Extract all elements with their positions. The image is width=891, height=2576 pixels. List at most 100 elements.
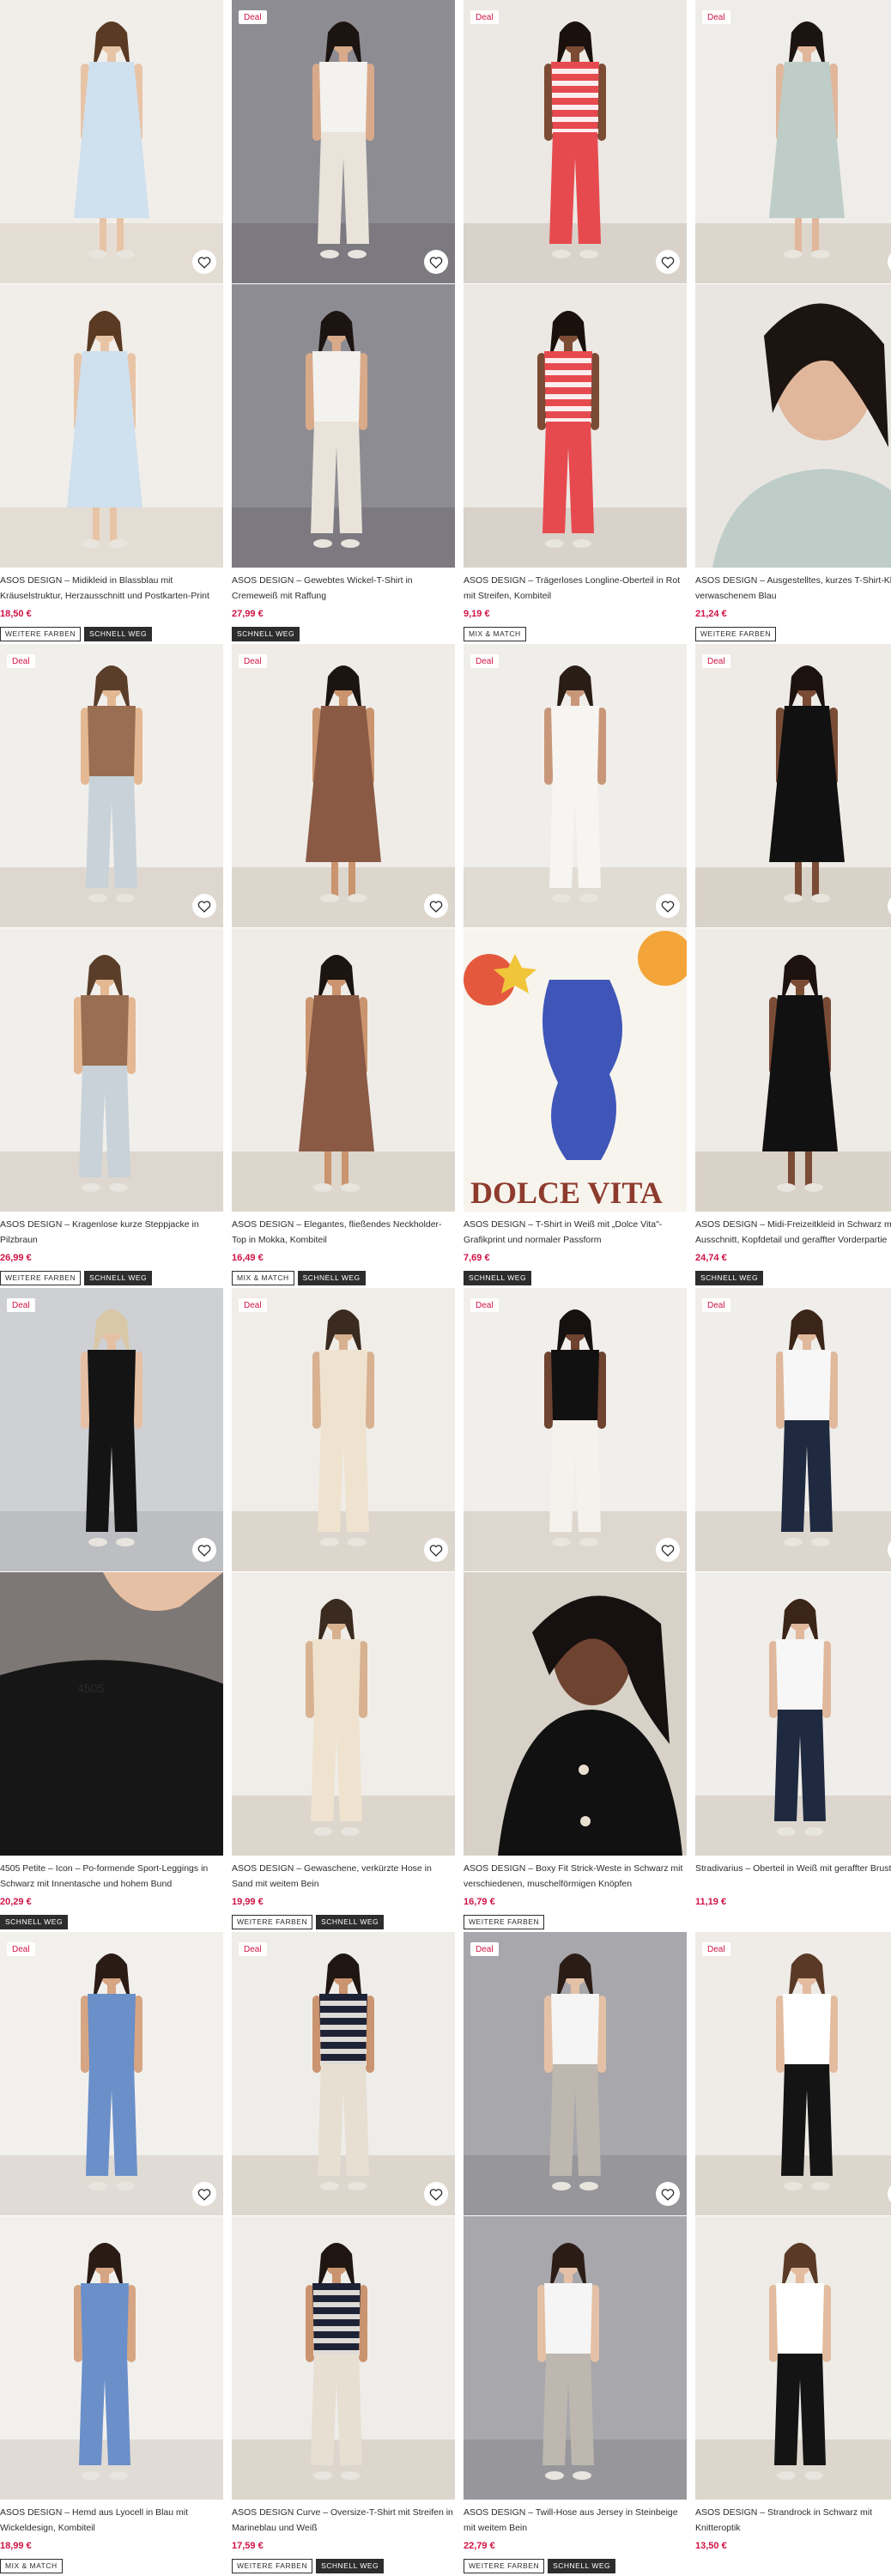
save-for-later-button[interactable] <box>656 250 680 274</box>
mix-match-badge: MIX & MATCH <box>232 1271 294 1285</box>
heart-icon <box>429 1544 443 1557</box>
product-image[interactable]: Deal <box>695 1288 891 1571</box>
more-colours-badge: WEITERE FARBEN <box>232 1915 313 1929</box>
product-card[interactable]: Deal ASOS DESIGN – Midi-Freizeitkleid in … <box>695 644 891 1286</box>
product-image-alternate[interactable] <box>464 1572 687 1856</box>
product-card[interactable]: Deal DOLCE VITA ASOS DESIGN – T-Shirt in W… <box>464 644 687 1286</box>
product-image[interactable]: Deal <box>232 1932 455 2215</box>
product-card[interactable]: Deal ASOS DESIGN – Ausgestelltes, kurzes … <box>695 0 891 642</box>
product-image[interactable]: Deal <box>695 0 891 283</box>
product-card[interactable]: Deal ASOS DESIGN Curve – Oversize-T-Shirt… <box>232 1932 455 2574</box>
product-image-alternate[interactable] <box>695 2216 891 2500</box>
product-title[interactable]: ASOS DESIGN – Trägerloses Longline-Obert… <box>464 573 687 604</box>
product-badges: MIX & MATCH <box>464 627 526 641</box>
save-for-later-button[interactable] <box>424 894 448 918</box>
product-image-alternate[interactable] <box>0 928 223 1212</box>
product-card[interactable]: Deal ASOS DESIGN – Boxy Fit Strick-Weste … <box>464 1288 687 1930</box>
product-image-alternate[interactable] <box>695 284 891 568</box>
product-image-alternate[interactable] <box>232 2216 455 2500</box>
product-card[interactable]: Deal ASOS DESIGN – Trägerloses Longline-O… <box>464 0 687 642</box>
product-title[interactable]: ASOS DESIGN – Midi-Freizeitkleid in Schw… <box>695 1217 891 1248</box>
heart-icon <box>429 256 443 269</box>
product-price: 16,79 € <box>464 1897 495 1907</box>
product-image[interactable]: Deal <box>0 1288 223 1571</box>
product-title[interactable]: ASOS DESIGN – Kragenlose kurze Steppjack… <box>0 1217 223 1248</box>
deal-badge: Deal <box>470 10 499 24</box>
deal-badge: Deal <box>239 654 267 668</box>
more-colours-badge: WEITERE FARBEN <box>695 627 777 641</box>
product-title[interactable]: ASOS DESIGN Curve – Oversize-T-Shirt mit… <box>232 2505 455 2536</box>
product-price: 21,24 € <box>695 609 727 619</box>
product-row: Deal 4505 4505 Petite – Icon – Po-formende… <box>0 1288 891 1930</box>
product-card[interactable]: Deal ASOS DESIGN – Twill-Hose aus Jersey … <box>464 1932 687 2574</box>
product-image-alternate[interactable] <box>0 284 223 568</box>
product-image[interactable]: Deal <box>232 0 455 283</box>
save-for-later-button[interactable] <box>192 894 216 918</box>
save-for-later-button[interactable] <box>424 2182 448 2206</box>
save-for-later-button[interactable] <box>656 1538 680 1562</box>
deal-badge: Deal <box>239 10 267 24</box>
product-image[interactable]: Deal <box>695 1932 891 2215</box>
product-card[interactable]: Deal ASOS DESIGN – Gewebtes Wickel-T-Shir… <box>232 0 455 642</box>
product-row: Deal ASOS DESIGN – Hemd aus Lyocell in Bl… <box>0 1932 891 2574</box>
product-title[interactable]: ASOS DESIGN – Midikleid in Blassblau mit… <box>0 573 223 604</box>
product-card[interactable]: Deal ASOS DESIGN – Kragenlose kurze Stepp… <box>0 644 223 1286</box>
product-title[interactable]: 4505 Petite – Icon – Po-formende Sport-L… <box>0 1861 223 1892</box>
product-price: 19,99 € <box>232 1897 264 1907</box>
save-for-later-button[interactable] <box>192 2182 216 2206</box>
save-for-later-button[interactable] <box>656 2182 680 2206</box>
product-title[interactable]: ASOS DESIGN – Gewaschene, verkürzte Hose… <box>232 1861 455 1892</box>
product-title[interactable]: ASOS DESIGN – T-Shirt in Weiß mit „Dolce… <box>464 1217 687 1248</box>
save-for-later-button[interactable] <box>424 250 448 274</box>
product-price: 9,19 € <box>464 609 490 619</box>
product-image[interactable]: Deal <box>464 644 687 927</box>
product-image[interactable]: Deal <box>695 644 891 927</box>
product-title[interactable]: ASOS DESIGN – Strandrock in Schwarz mit … <box>695 2505 891 2536</box>
product-price: 16,49 € <box>232 1253 264 1263</box>
product-title[interactable]: ASOS DESIGN – Gewebtes Wickel-T-Shirt in… <box>232 573 455 604</box>
product-image[interactable]: Deal <box>464 1288 687 1571</box>
heart-icon <box>661 900 675 913</box>
product-image-alternate[interactable] <box>232 928 455 1212</box>
product-image-alternate[interactable]: DOLCE VITA <box>464 928 687 1212</box>
product-image-alternate[interactable] <box>695 928 891 1212</box>
product-image-alternate[interactable] <box>464 2216 687 2500</box>
svg-text:DOLCE VITA: DOLCE VITA <box>470 1176 663 1210</box>
product-title[interactable]: Stradivarius – Oberteil in Weiß mit gera… <box>695 1861 891 1876</box>
product-image[interactable] <box>0 0 223 283</box>
save-for-later-button[interactable] <box>656 894 680 918</box>
product-image-alternate[interactable] <box>232 1572 455 1856</box>
product-image[interactable]: Deal <box>232 644 455 927</box>
product-badges: WEITERE FARBEN SCHNELL WEG <box>232 1915 385 1929</box>
product-row: Deal ASOS DESIGN – Kragenlose kurze Stepp… <box>0 644 891 1286</box>
save-for-later-button[interactable] <box>424 1538 448 1562</box>
product-image-alternate[interactable] <box>0 2216 223 2500</box>
product-badges: WEITERE FARBEN SCHNELL WEG <box>0 1271 153 1285</box>
product-image[interactable]: Deal <box>0 644 223 927</box>
product-image[interactable]: Deal <box>464 0 687 283</box>
product-title[interactable]: ASOS DESIGN – Boxy Fit Strick-Weste in S… <box>464 1861 687 1892</box>
product-image[interactable]: Deal <box>0 1932 223 2215</box>
product-image-alternate[interactable] <box>464 284 687 568</box>
product-image-alternate[interactable]: 4505 <box>0 1572 223 1856</box>
product-image[interactable]: Deal <box>464 1932 687 2215</box>
product-card[interactable]: Deal ASOS DESIGN – Elegantes, fließendes … <box>232 644 455 1286</box>
product-card[interactable]: Deal ASOS DESIGN – Hemd aus Lyocell in Bl… <box>0 1932 223 2574</box>
product-image[interactable]: Deal <box>232 1288 455 1571</box>
product-card[interactable]: Deal 4505 4505 Petite – Icon – Po-formende… <box>0 1288 223 1930</box>
product-card[interactable]: Deal ASOS DESIGN – Gewaschene, verkürzte … <box>232 1288 455 1930</box>
save-for-later-button[interactable] <box>192 250 216 274</box>
product-title[interactable]: ASOS DESIGN – Hemd aus Lyocell in Blau m… <box>0 2505 223 2536</box>
selling-fast-badge: SCHNELL WEG <box>316 2559 385 2573</box>
product-title[interactable]: ASOS DESIGN – Elegantes, fließendes Neck… <box>232 1217 455 1248</box>
svg-text:4505: 4505 <box>77 1681 104 1695</box>
product-title[interactable]: ASOS DESIGN – Ausgestelltes, kurzes T-Sh… <box>695 573 891 604</box>
product-card[interactable]: ASOS DESIGN – Midikleid in Blassblau mit… <box>0 0 223 642</box>
product-image-alternate[interactable] <box>232 284 455 568</box>
save-for-later-button[interactable] <box>192 1538 216 1562</box>
more-colours-badge: WEITERE FARBEN <box>0 1271 82 1285</box>
product-title[interactable]: ASOS DESIGN – Twill-Hose aus Jersey in S… <box>464 2505 687 2536</box>
product-image-alternate[interactable] <box>695 1572 891 1856</box>
product-card[interactable]: Deal Stradivarius – Oberteil in Weiß mit … <box>695 1288 891 1930</box>
product-card[interactable]: Deal ASOS DESIGN – Strandrock in Schwarz … <box>695 1932 891 2574</box>
